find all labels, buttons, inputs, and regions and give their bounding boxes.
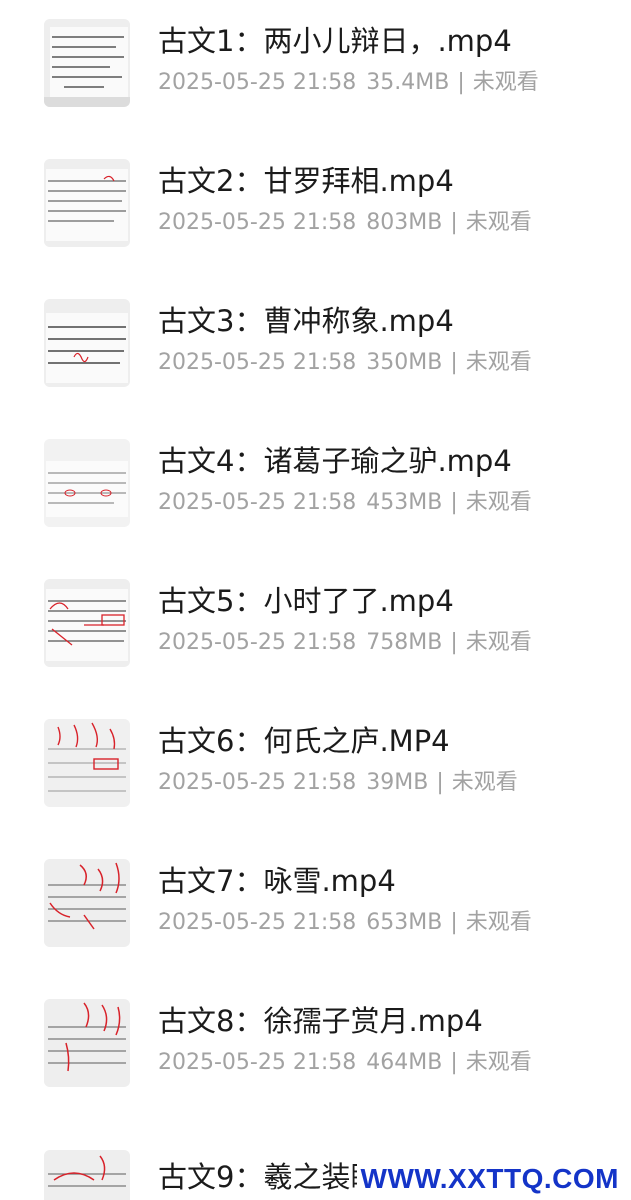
- file-size: 803MB: [366, 210, 443, 235]
- video-thumbnail-icon: [44, 719, 130, 807]
- file-item[interactable]: 古文7：咏雪.mp4 2025-05-25 21:58 653MB | 未观看: [0, 840, 631, 980]
- file-item[interactable]: 古文5：小时了了.mp4 2025-05-25 21:58 758MB | 未观看: [0, 560, 631, 700]
- watch-status: 未观看: [465, 210, 532, 235]
- file-item[interactable]: 古文8：徐孺子赏月.mp4 2025-05-25 21:58 464MB | 未观看: [0, 980, 631, 1120]
- video-thumbnail-icon: [44, 999, 130, 1087]
- file-item[interactable]: 古文6：何氏之庐.MP4 2025-05-25 21:58 39MB | 未观看: [0, 700, 631, 840]
- file-item[interactable]: 古文2：甘罗拜相.mp4 2025-05-25 21:58 803MB | 未观看: [0, 140, 631, 280]
- file-size: 464MB: [366, 1050, 443, 1075]
- file-name: 古文1：两小儿辩日，.mp4: [158, 24, 512, 58]
- file-meta: 2025-05-25 21:58 453MB | 未观看: [158, 488, 532, 518]
- file-item[interactable]: 古文1：两小儿辩日，.mp4 2025-05-25 21:58 35.4MB | 未观…: [0, 0, 631, 140]
- meta-separator: |: [457, 70, 465, 95]
- file-name: 古文4：诸葛子瑜之驴.mp4: [158, 444, 512, 478]
- file-size: 758MB: [366, 630, 443, 655]
- file-meta: 2025-05-25 21:58 653MB | 未观看: [158, 908, 532, 938]
- file-meta: 2025-05-25 21:58 758MB | 未观看: [158, 628, 532, 658]
- meta-separator: |: [450, 490, 458, 515]
- video-thumbnail-icon: [44, 439, 130, 527]
- video-file-list: 古文1：两小儿辩日，.mp4 2025-05-25 21:58 35.4MB | 未观…: [0, 0, 631, 1200]
- file-date: 2025-05-25 21:58: [158, 210, 357, 235]
- meta-separator: |: [450, 630, 458, 655]
- video-thumbnail-icon: [44, 859, 130, 947]
- watch-status: 未观看: [472, 70, 539, 95]
- file-date: 2025-05-25 21:58: [158, 1050, 357, 1075]
- file-item[interactable]: 古文4：诸葛子瑜之驴.mp4 2025-05-25 21:58 453MB | 未观看: [0, 420, 631, 560]
- video-thumbnail-icon: [44, 1150, 130, 1200]
- watch-status: 未观看: [465, 630, 532, 655]
- video-thumbnail-icon: [44, 579, 130, 667]
- file-name: 古文7：咏雪.mp4: [158, 864, 396, 898]
- file-size: 453MB: [366, 490, 443, 515]
- file-meta: 2025-05-25 21:58 350MB | 未观看: [158, 348, 532, 378]
- file-date: 2025-05-25 21:58: [158, 70, 357, 95]
- file-name: 古文3：曹冲称象.mp4: [158, 304, 454, 338]
- video-thumbnail-icon: [44, 299, 130, 387]
- file-size: 35.4MB: [366, 70, 450, 95]
- video-thumbnail-icon: [44, 19, 130, 107]
- file-size: 653MB: [366, 910, 443, 935]
- file-size: 350MB: [366, 350, 443, 375]
- file-size: 39MB: [366, 770, 429, 795]
- file-date: 2025-05-25 21:58: [158, 490, 357, 515]
- file-date: 2025-05-25 21:58: [158, 910, 357, 935]
- file-item[interactable]: 古文3：曹冲称象.mp4 2025-05-25 21:58 350MB | 未观看: [0, 280, 631, 420]
- meta-separator: |: [450, 910, 458, 935]
- file-meta: 2025-05-25 21:58 35.4MB | 未观看: [158, 68, 539, 98]
- video-thumbnail-icon: [44, 159, 130, 247]
- watch-status: 未观看: [465, 490, 532, 515]
- file-name: 古文2：甘罗拜相.mp4: [158, 164, 454, 198]
- file-date: 2025-05-25 21:58: [158, 770, 357, 795]
- watch-status: 未观看: [465, 910, 532, 935]
- watch-status: 未观看: [465, 1050, 532, 1075]
- file-date: 2025-05-25 21:58: [158, 350, 357, 375]
- meta-separator: |: [450, 210, 458, 235]
- file-name: 古文5：小时了了.mp4: [158, 584, 454, 618]
- site-watermark: WWW.XXTTQ.COM: [356, 1161, 623, 1197]
- file-meta: 2025-05-25 21:58 803MB | 未观看: [158, 208, 532, 238]
- file-date: 2025-05-25 21:58: [158, 630, 357, 655]
- file-name: 古文8：徐孺子赏月.mp4: [158, 1004, 483, 1038]
- watch-status: 未观看: [451, 770, 518, 795]
- file-meta: 2025-05-25 21:58 39MB | 未观看: [158, 768, 518, 798]
- watch-status: 未观看: [465, 350, 532, 375]
- meta-separator: |: [450, 350, 458, 375]
- file-name: 古文6：何氏之庐.MP4: [158, 724, 450, 758]
- file-meta: 2025-05-25 21:58 464MB | 未观看: [158, 1048, 532, 1078]
- meta-separator: |: [436, 770, 444, 795]
- meta-separator: |: [450, 1050, 458, 1075]
